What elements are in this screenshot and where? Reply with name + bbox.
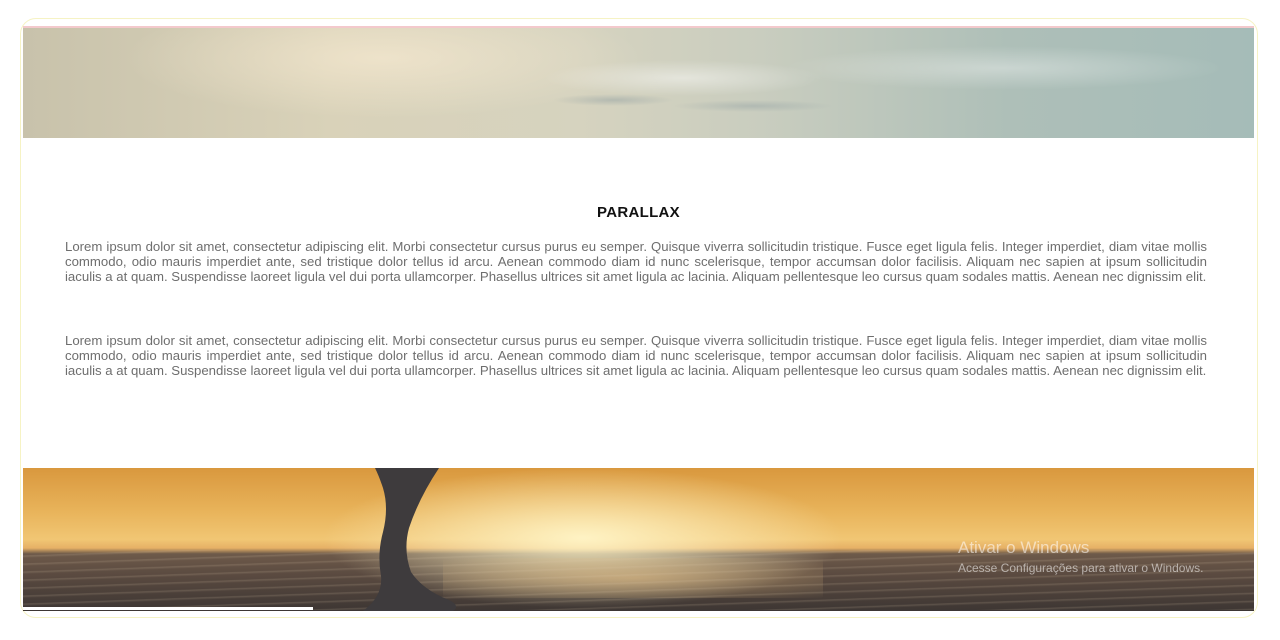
windows-activation-watermark: Ativar o Windows Acesse Configurações pa…: [958, 538, 1203, 576]
section-title: PARALLAX: [597, 204, 680, 221]
shore-foam-line: [23, 607, 313, 610]
body-paragraph-2: Lorem ipsum dolor sit amet, consectetur …: [65, 333, 1207, 378]
body-paragraph-1: Lorem ipsum dolor sit amet, consectetur …: [65, 239, 1207, 284]
parallax-image-sky: [23, 26, 1254, 138]
parallax-content-section: PARALLAX Lorem ipsum dolor sit amet, con…: [23, 138, 1254, 468]
leg-silhouette: [363, 468, 457, 611]
watermark-subtitle: Acesse Configurações para ativar o Windo…: [958, 561, 1204, 575]
watermark-title: Ativar o Windows: [958, 538, 1090, 557]
